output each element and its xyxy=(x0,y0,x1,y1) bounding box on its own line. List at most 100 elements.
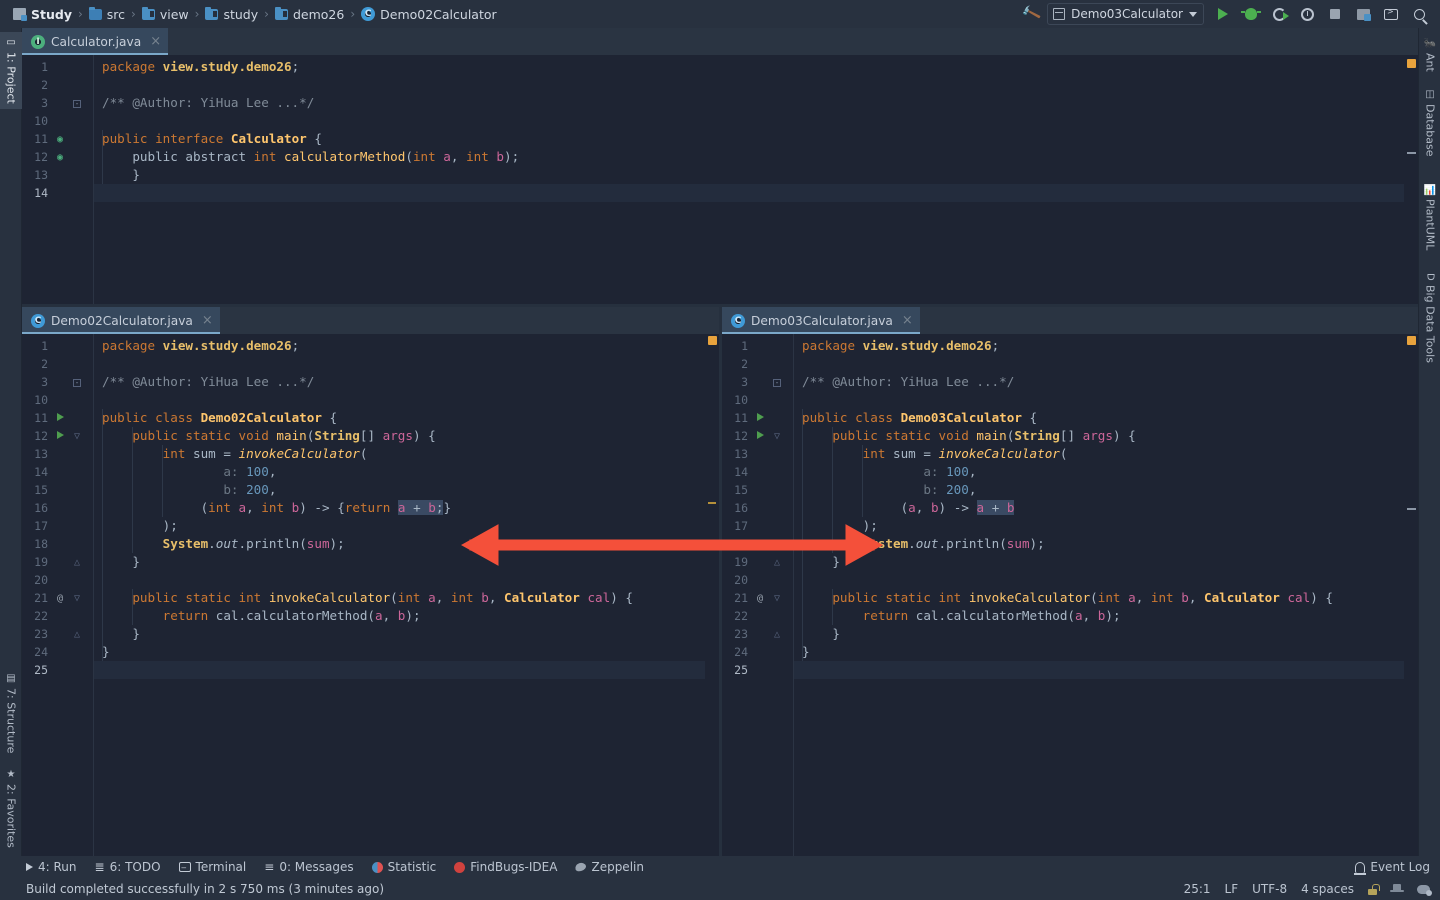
lock-icon[interactable] xyxy=(1368,883,1380,895)
top-toolbar: Study › src › view › study › demo26 › C … xyxy=(0,0,1440,28)
editor-pane-demo03calculator: C Demo03Calculator.java × 1 2 3- 10 11 1… xyxy=(722,307,1418,857)
fold-open-icon[interactable]: ▽ xyxy=(74,431,80,442)
run-method-icon[interactable] xyxy=(756,430,764,439)
code-line: ); xyxy=(862,518,878,533)
warning-marker[interactable] xyxy=(708,336,717,345)
run-configuration-selector[interactable]: Demo03Calculator xyxy=(1047,3,1204,25)
tab-demo02calculator-java[interactable]: C Demo02Calculator.java × xyxy=(22,307,220,334)
close-icon[interactable]: × xyxy=(150,34,161,49)
bottom-tab-messages[interactable]: ≡ 0: Messages xyxy=(264,860,353,874)
stop-button[interactable] xyxy=(1322,2,1348,26)
run-class-icon[interactable] xyxy=(56,412,64,421)
sidebar-item-label: Ant xyxy=(1423,53,1437,73)
code-text-bottom-right[interactable]: package view.study.demo26; /** @Author: … xyxy=(794,334,1418,857)
warning-marker[interactable] xyxy=(1407,59,1416,68)
file-encoding[interactable]: UTF-8 xyxy=(1252,882,1287,896)
sidebar-item-big-data-tools[interactable]: D Big Data Tools xyxy=(1419,268,1440,368)
folder-icon xyxy=(274,6,288,20)
code-text-bottom-left[interactable]: package view.study.demo26; /** @Author: … xyxy=(94,334,719,857)
gutter-top[interactable]: 1 2 3- 10 11 ◉ 12 ◉ 13 14 xyxy=(22,55,94,304)
search-icon xyxy=(1413,8,1425,20)
terminal-button[interactable] xyxy=(1378,2,1404,26)
fold-minus-icon[interactable]: - xyxy=(73,378,81,387)
marker-bar-top[interactable] xyxy=(1404,55,1418,304)
code-viewport-top[interactable]: 1 2 3- 10 11 ◉ 12 ◉ 13 14 package view.stu… xyxy=(22,55,1418,304)
gutter-line: 13 xyxy=(34,447,48,461)
breadcrumb-item-src[interactable]: src xyxy=(84,6,130,22)
sidebar-item-favorites[interactable]: ★ 2: Favorites xyxy=(0,764,22,853)
code-text-top[interactable]: package view.study.demo26; /** @Author: … xyxy=(94,55,1418,304)
bottom-tab-zeppelin[interactable]: Zeppelin xyxy=(574,860,644,874)
gutter-bottom-left[interactable]: 1 2 3- 10 11 12 ▽ 13 14 15 16 17 18 19 △ 2… xyxy=(22,334,94,857)
sidebar-item-project[interactable]: ▭ 1: Project xyxy=(0,32,22,109)
run-with-coverage-button[interactable] xyxy=(1266,2,1292,26)
fold-close-icon[interactable]: △ xyxy=(774,629,780,640)
run-button[interactable] xyxy=(1210,2,1236,26)
sidebar-item-ant[interactable]: 🐜 Ant xyxy=(1419,32,1440,77)
database-icon: ◫ xyxy=(1424,89,1436,100)
search-everywhere-button[interactable] xyxy=(1406,2,1432,26)
implemented-icon[interactable]: ◉ xyxy=(50,152,70,163)
sidebar-item-label: Big Data Tools xyxy=(1423,284,1437,363)
close-icon[interactable]: × xyxy=(902,313,913,328)
sidebar-item-database[interactable]: ◫ Database xyxy=(1419,84,1440,162)
gutter-line: 20 xyxy=(34,573,48,587)
sidebar-item-structure[interactable]: ▤ 7: Structure xyxy=(0,668,22,758)
marker-bar-bottom-right[interactable] xyxy=(1404,334,1418,857)
code-viewport-bottom-left[interactable]: 1 2 3- 10 11 12 ▽ 13 14 15 16 17 18 19 △ 2… xyxy=(22,334,719,857)
breadcrumb-item-demo26[interactable]: demo26 xyxy=(270,6,349,22)
indent-setting[interactable]: 4 spaces xyxy=(1301,882,1354,896)
project-structure-button[interactable] xyxy=(1350,2,1376,26)
code-line: package view.study.demo26; xyxy=(802,338,1000,353)
fold-open-icon[interactable]: ▽ xyxy=(74,593,80,604)
breadcrumb-item-view[interactable]: view xyxy=(137,6,194,22)
breadcrumb-item-study-pkg[interactable]: study xyxy=(200,6,263,22)
bottom-tab-run[interactable]: 4: Run xyxy=(26,860,77,874)
code-line-lambda: (a, b) -> a + b xyxy=(900,500,1015,515)
gutter-line: 11 xyxy=(722,409,794,427)
close-icon[interactable]: × xyxy=(202,313,213,328)
fold-minus-icon[interactable]: - xyxy=(773,378,781,387)
background-tasks-icon[interactable] xyxy=(1417,884,1432,896)
line-separator[interactable]: LF xyxy=(1225,882,1239,896)
fold-close-icon[interactable]: △ xyxy=(74,629,80,640)
bottom-tab-terminal[interactable]: Terminal xyxy=(178,859,246,874)
breadcrumb-item-demo02calculator[interactable]: C Demo02Calculator xyxy=(356,7,502,22)
tab-demo03calculator-java[interactable]: C Demo03Calculator.java × xyxy=(722,307,920,334)
fold-open-icon[interactable]: ▽ xyxy=(774,431,780,442)
debug-button[interactable] xyxy=(1238,2,1264,26)
override-icon[interactable]: @ xyxy=(50,593,70,604)
bottom-tab-todo[interactable]: ≣ 6: TODO xyxy=(95,860,161,874)
gutter-bottom-right[interactable]: 1 2 3- 10 11 12 ▽ 13 14 15 16 17 18 19 △ 2… xyxy=(722,334,794,857)
code-line: ); xyxy=(162,518,178,533)
caret-position[interactable]: 25:1 xyxy=(1184,882,1211,896)
marker-bar-bottom-left[interactable] xyxy=(705,334,719,857)
bottom-tab-findbugs[interactable]: FindBugs-IDEA xyxy=(454,860,557,874)
run-class-icon[interactable] xyxy=(756,412,764,421)
fold-open-icon[interactable]: ▽ xyxy=(774,593,780,604)
terminal-icon xyxy=(1384,7,1398,20)
tab-calculator-java[interactable]: I Calculator.java × xyxy=(22,28,169,55)
fold-close-icon[interactable]: △ xyxy=(774,557,780,568)
profile-button[interactable] xyxy=(1294,2,1320,26)
run-config-icon xyxy=(1053,8,1066,20)
gutter-line: 15 xyxy=(34,483,48,497)
breadcrumb-item-study[interactable]: Study xyxy=(8,7,77,22)
sidebar-item-plantuml[interactable]: 📊 PlantUML xyxy=(1419,178,1440,256)
run-method-icon[interactable] xyxy=(56,430,64,439)
gutter-line: 24 xyxy=(734,645,748,659)
build-project-button[interactable]: 🔨 xyxy=(1019,2,1045,26)
code-line: public static int invokeCalculator(int a… xyxy=(132,590,633,605)
warning-marker[interactable] xyxy=(1407,336,1416,345)
code-viewport-bottom-right[interactable]: 1 2 3- 10 11 12 ▽ 13 14 15 16 17 18 19 △ 2… xyxy=(722,334,1418,857)
fold-close-icon[interactable]: △ xyxy=(74,557,80,568)
bottom-tab-statistic[interactable]: Statistic xyxy=(371,860,436,874)
breadcrumb-label: demo26 xyxy=(292,6,345,22)
implemented-icon[interactable]: ◉ xyxy=(50,134,70,145)
gutter-line: 23 △ xyxy=(34,627,81,641)
override-icon[interactable]: @ xyxy=(750,593,770,604)
fold-minus-icon[interactable]: - xyxy=(73,99,81,108)
event-log-button[interactable]: Event Log xyxy=(1354,860,1430,875)
inspector-icon[interactable] xyxy=(1390,883,1404,895)
